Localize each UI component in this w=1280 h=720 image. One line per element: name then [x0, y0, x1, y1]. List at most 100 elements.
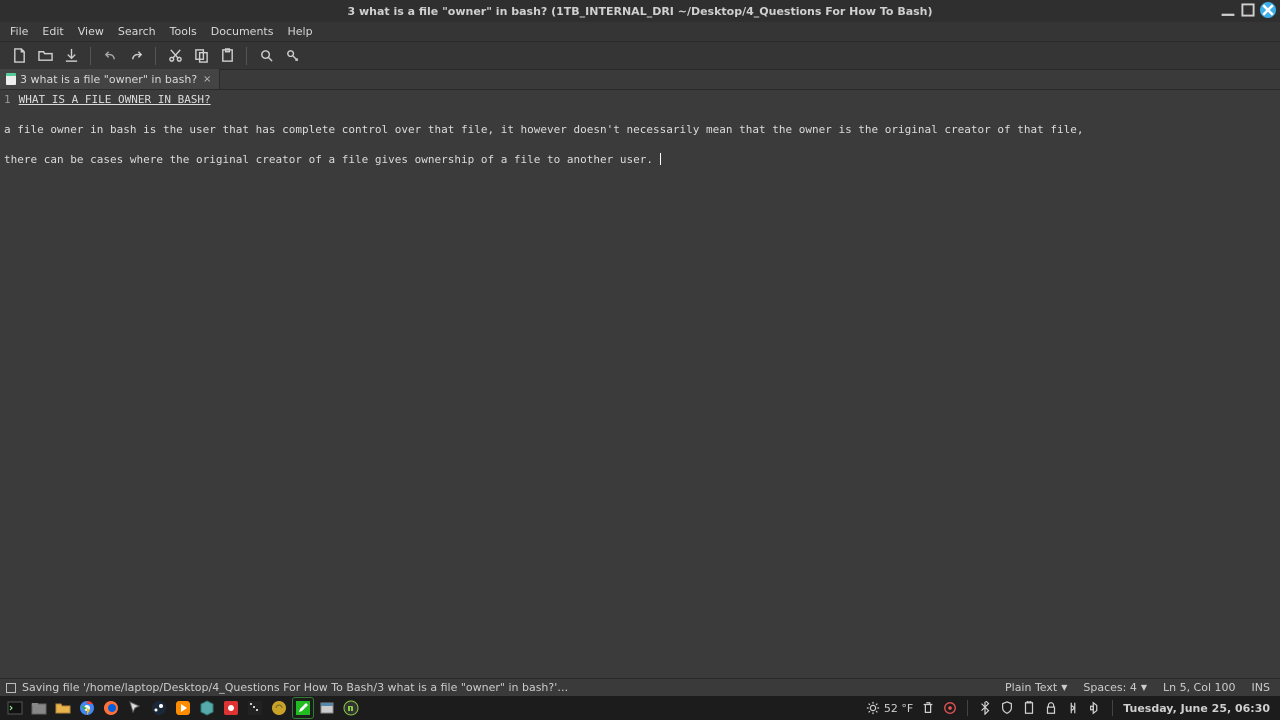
copy-button[interactable]	[188, 44, 214, 68]
minimize-button[interactable]	[1220, 2, 1236, 18]
tool-bar	[0, 42, 1280, 70]
cursor-icon	[127, 700, 143, 716]
play-icon	[175, 700, 191, 716]
language-selector[interactable]: Plain Text ▼	[1005, 681, 1067, 694]
trash-tray-icon[interactable]	[921, 701, 935, 715]
paste-button[interactable]	[214, 44, 240, 68]
volume-tray-icon[interactable]	[1088, 701, 1102, 715]
editor-line-5[interactable]: there can be cases where the original cr…	[4, 153, 660, 166]
chrome-launcher[interactable]	[76, 697, 98, 719]
language-label: Plain Text	[1005, 681, 1057, 694]
line-number: 1	[4, 92, 12, 107]
folder-icon	[55, 700, 71, 716]
lock-tray-icon[interactable]	[1044, 701, 1058, 715]
window-icon	[319, 700, 335, 716]
menu-edit[interactable]: Edit	[36, 23, 69, 40]
bluetooth-tray-icon[interactable]	[978, 701, 992, 715]
menu-view[interactable]: View	[72, 23, 110, 40]
text-editor-launcher[interactable]	[292, 697, 314, 719]
open-folder-icon	[38, 48, 53, 63]
shield-tray-icon[interactable]	[1000, 701, 1014, 715]
close-button[interactable]	[1260, 2, 1276, 18]
steam-icon	[151, 700, 167, 716]
cursor-launcher[interactable]	[124, 697, 146, 719]
taskbar-launchers	[0, 697, 362, 719]
text-cursor	[660, 153, 661, 165]
replace-icon	[285, 48, 300, 63]
editor-line-3[interactable]: a file owner in bash is the user that ha…	[4, 123, 1083, 136]
menu-file[interactable]: File	[4, 23, 34, 40]
redo-button[interactable]	[123, 44, 149, 68]
cut-button[interactable]	[162, 44, 188, 68]
menu-help[interactable]: Help	[281, 23, 318, 40]
clock-widget[interactable]: Tuesday, June 25, 06:30	[1123, 702, 1270, 715]
new-file-button[interactable]	[6, 44, 32, 68]
chevron-down-icon: ▼	[1141, 683, 1147, 692]
red-app-icon	[223, 700, 239, 716]
undo-icon	[103, 48, 118, 63]
menu-tools[interactable]: Tools	[164, 23, 203, 40]
hex-icon	[199, 700, 215, 716]
record-tray-icon[interactable]	[943, 701, 957, 715]
terminal-launcher[interactable]	[4, 697, 26, 719]
new-file-icon	[12, 48, 27, 63]
maximize-button[interactable]	[1240, 2, 1256, 18]
system-taskbar: 52 °F Tuesday, June 25, 06:30	[0, 696, 1280, 720]
mint-icon	[343, 700, 359, 716]
tab-label: 3 what is a file "owner" in bash?	[20, 73, 197, 86]
window-title: 3 what is a file "owner" in bash? (1TB_I…	[347, 5, 932, 18]
weather-temp: 52 °F	[884, 702, 913, 715]
redo-icon	[129, 48, 144, 63]
app-launcher-2[interactable]	[220, 697, 242, 719]
chevron-down-icon: ▼	[1061, 683, 1067, 692]
media-launcher[interactable]	[172, 697, 194, 719]
save-button[interactable]	[58, 44, 84, 68]
battery-tray-icon[interactable]	[1022, 701, 1036, 715]
document-tab[interactable]: 3 what is a file "owner" in bash? ×	[0, 69, 220, 89]
document-icon	[6, 73, 16, 85]
insert-mode[interactable]: INS	[1252, 681, 1270, 694]
steam-launcher[interactable]	[148, 697, 170, 719]
search-button[interactable]	[253, 44, 279, 68]
toolbar-separator	[246, 47, 247, 65]
firefox-launcher[interactable]	[100, 697, 122, 719]
stripes-icon	[247, 700, 263, 716]
menu-bar: File Edit View Search Tools Documents He…	[0, 22, 1280, 42]
paste-icon	[220, 48, 235, 63]
window-controls	[1220, 2, 1276, 18]
text-editor[interactable]: 1 WHAT IS A FILE OWNER IN BASH? a file o…	[0, 90, 1280, 678]
pencil-icon	[295, 700, 311, 716]
file-manager-launcher[interactable]	[28, 697, 50, 719]
status-bar: Saving file '/home/laptop/Desktop/4_Ques…	[0, 678, 1280, 696]
app-launcher-1[interactable]	[196, 697, 218, 719]
app-launcher-5[interactable]	[316, 697, 338, 719]
title-bar: 3 what is a file "owner" in bash? (1TB_I…	[0, 0, 1280, 22]
menu-documents[interactable]: Documents	[205, 23, 280, 40]
mint-menu-launcher[interactable]	[340, 697, 362, 719]
stop-icon[interactable]	[6, 683, 16, 693]
cut-icon	[168, 48, 183, 63]
replace-button[interactable]	[279, 44, 305, 68]
gold-app-icon	[271, 700, 287, 716]
tab-close-button[interactable]: ×	[201, 73, 213, 85]
file-manager-icon	[31, 700, 47, 716]
app-launcher-4[interactable]	[268, 697, 290, 719]
app-launcher-3[interactable]	[244, 697, 266, 719]
undo-button[interactable]	[97, 44, 123, 68]
editor-line-1[interactable]: WHAT IS A FILE OWNER IN BASH?	[19, 93, 211, 106]
indentation-selector[interactable]: Spaces: 4▼	[1083, 681, 1147, 694]
toolbar-separator	[90, 47, 91, 65]
open-file-button[interactable]	[32, 44, 58, 68]
chrome-icon	[79, 700, 95, 716]
weather-widget[interactable]: 52 °F	[866, 701, 913, 715]
editor-content[interactable]: 1 WHAT IS A FILE OWNER IN BASH? a file o…	[0, 90, 1280, 169]
status-message: Saving file '/home/laptop/Desktop/4_Ques…	[22, 681, 568, 694]
network-tray-icon[interactable]	[1066, 701, 1080, 715]
cursor-position: Ln 5, Col 100	[1163, 681, 1236, 694]
search-icon	[259, 48, 274, 63]
folder-launcher[interactable]	[52, 697, 74, 719]
copy-icon	[194, 48, 209, 63]
menu-search[interactable]: Search	[112, 23, 162, 40]
firefox-icon	[103, 700, 119, 716]
tab-bar: 3 what is a file "owner" in bash? ×	[0, 70, 1280, 90]
